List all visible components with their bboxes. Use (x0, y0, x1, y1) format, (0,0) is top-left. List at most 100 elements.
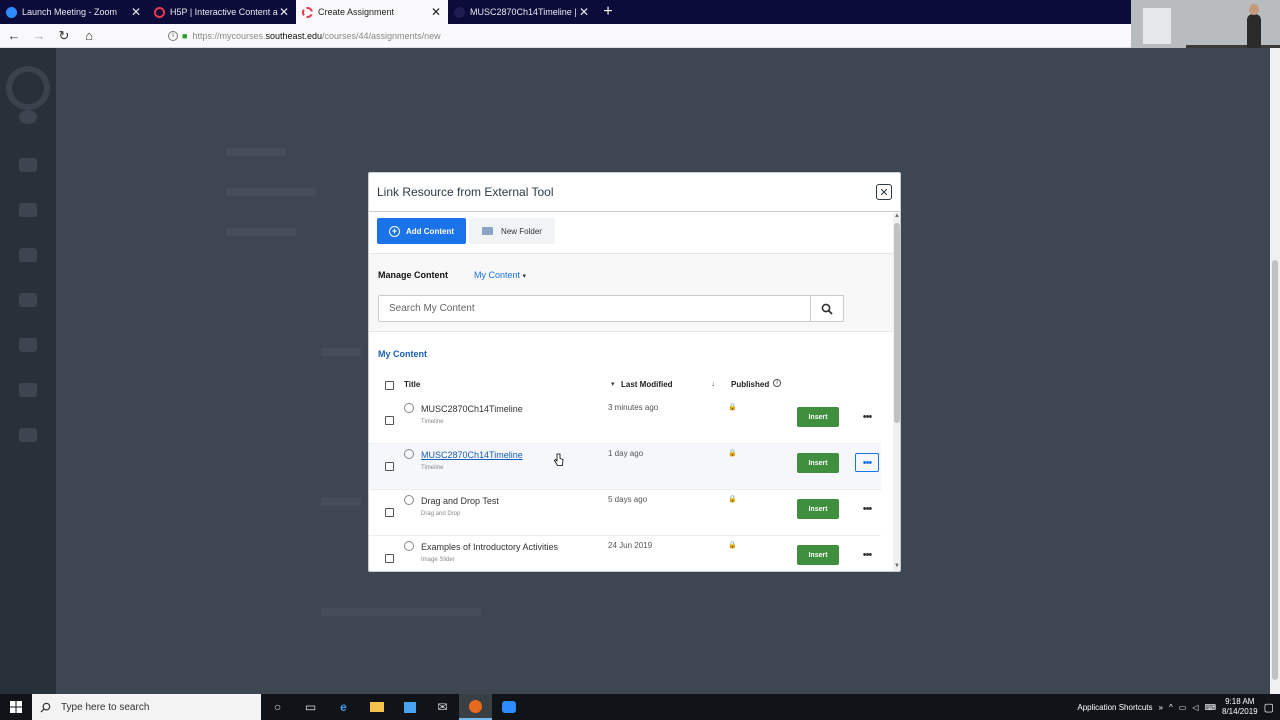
close-tab-icon[interactable]: ✕ (130, 5, 142, 19)
tab-h5p[interactable]: H5P | Interactive Content and ... ✕ (148, 0, 296, 24)
ime-icon[interactable]: ⌨ (1204, 703, 1216, 712)
column-title[interactable]: Title (404, 380, 420, 389)
tab-title: Launch Meeting - Zoom (22, 7, 118, 17)
sidebar-item-dashboard[interactable] (0, 203, 56, 220)
insert-button[interactable]: Insert (797, 407, 839, 427)
tab-zoom[interactable]: Launch Meeting - Zoom ✕ (0, 0, 148, 24)
global-nav-sidebar (0, 48, 56, 694)
tab-title: H5P | Interactive Content and ... (170, 7, 278, 17)
table-header: Title ▾ Last Modified ↓ Published i (369, 374, 889, 398)
modal-title: Link Resource from External Tool (377, 185, 554, 199)
new-folder-button[interactable]: New Folder (469, 218, 555, 244)
windows-start-button[interactable] (0, 694, 32, 720)
show-hidden-icons-icon[interactable]: ^ (1169, 703, 1173, 712)
content-title[interactable]: Drag and Drop Test (421, 496, 499, 506)
notifications-icon[interactable]: ▢ (1264, 701, 1274, 714)
sidebar-item-calendar[interactable] (0, 293, 56, 310)
task-view-icon[interactable]: ▭ (294, 694, 327, 720)
zoom-favicon-icon (6, 6, 17, 18)
sidebar-item-courses[interactable] (0, 248, 56, 265)
canvas-favicon-icon (302, 6, 313, 18)
sidebar-item-help[interactable] (0, 428, 56, 445)
edge-browser-icon[interactable]: e (327, 694, 360, 720)
insert-button[interactable]: Insert (797, 545, 839, 565)
more-options-icon[interactable]: ••• (855, 545, 879, 564)
sidebar-item-admin[interactable] (0, 158, 56, 175)
lock-icon: ■ (182, 31, 188, 41)
page-scrollbar-thumb[interactable] (1272, 260, 1278, 680)
system-clock[interactable]: 9:18 AM 8/14/2019 (1222, 697, 1258, 717)
row-checkbox[interactable] (385, 416, 394, 425)
sidebar-item-inbox[interactable] (0, 338, 56, 355)
sort-caret-icon[interactable]: ▾ (611, 380, 615, 388)
canvas-logo-icon (6, 66, 50, 110)
home-icon[interactable]: ⌂ (78, 25, 100, 47)
more-options-icon[interactable]: ••• (855, 499, 879, 518)
search-button[interactable] (810, 295, 844, 322)
tab-musc-timeline[interactable]: MUSC2870Ch14Timeline | H5P ✕ (448, 0, 596, 24)
close-tab-icon[interactable]: ✕ (430, 5, 442, 19)
content-title[interactable]: Examples of Introductory Activities (421, 542, 558, 552)
background-field (321, 348, 361, 356)
reload-icon[interactable]: ↻ (53, 25, 75, 47)
select-all-checkbox[interactable] (385, 381, 394, 390)
more-options-icon[interactable]: ••• (855, 453, 879, 472)
forward-arrow-icon[interactable]: → (28, 25, 50, 47)
admin-icon (19, 158, 37, 172)
content-row: Examples of Introductory Activities Imag… (369, 536, 881, 571)
network-icon[interactable]: ▭ (1179, 703, 1187, 712)
h5p-favicon-icon (154, 6, 165, 18)
info-icon[interactable]: i (168, 31, 178, 41)
content-type: Drag and Drop (421, 511, 461, 517)
lock-icon: 🔒 (728, 496, 737, 503)
row-checkbox[interactable] (385, 508, 394, 517)
close-tab-icon[interactable]: ✕ (578, 5, 590, 19)
store-icon[interactable] (393, 694, 426, 720)
new-tab-plus-icon[interactable]: + (596, 0, 620, 24)
column-published[interactable]: Published (731, 380, 769, 389)
firefox-icon[interactable] (459, 694, 492, 720)
mail-icon[interactable]: ✉ (426, 694, 459, 720)
expand-chevron-icon[interactable]: » (1159, 703, 1163, 712)
insert-button[interactable]: Insert (797, 453, 839, 473)
address-bar[interactable]: i ■ https://mycourses. southeast.edu/cour… (168, 27, 1090, 45)
add-content-button[interactable]: + Add Content (377, 218, 466, 244)
browser-tab-bar: Launch Meeting - Zoom ✕ H5P | Interactiv… (0, 0, 1131, 24)
scroll-up-icon[interactable]: ▲ (893, 213, 900, 221)
sidebar-item-account[interactable] (0, 110, 56, 127)
cortana-circle-icon[interactable]: ○ (261, 694, 294, 720)
modal-scrollbar-thumb[interactable] (894, 223, 900, 423)
volume-icon[interactable]: ◁ (1192, 703, 1198, 712)
info-icon[interactable]: i (773, 379, 781, 387)
close-icon[interactable]: ✕ (876, 184, 892, 200)
more-options-icon[interactable]: ••• (855, 407, 879, 426)
plus-circle-icon: + (389, 225, 400, 237)
tab-title: Create Assignment (318, 7, 395, 17)
url-path: /courses/44/assignments/new (322, 31, 441, 41)
sort-arrow-down-icon[interactable]: ↓ (711, 379, 715, 388)
insert-button[interactable]: Insert (797, 499, 839, 519)
clock-time: 9:18 AM (1225, 697, 1255, 706)
calendar-icon (19, 293, 37, 307)
modal-scrollbar[interactable]: ▲ ▼ (893, 213, 900, 571)
page-scrollbar[interactable] (1270, 48, 1280, 694)
content-source-dropdown[interactable]: My Content ▾ (474, 270, 526, 280)
close-tab-icon[interactable]: ✕ (278, 5, 290, 19)
background-field (321, 608, 481, 616)
scroll-down-icon[interactable]: ▼ (893, 563, 900, 571)
taskbar-search-box[interactable]: Type here to search (32, 694, 261, 720)
sidebar-item-commons[interactable] (0, 383, 56, 400)
application-shortcuts-label[interactable]: Application Shortcuts (1077, 703, 1152, 712)
search-input[interactable] (389, 303, 789, 314)
modal-header: Link Resource from External Tool ✕ (369, 173, 900, 212)
row-checkbox[interactable] (385, 554, 394, 563)
row-checkbox[interactable] (385, 462, 394, 471)
file-explorer-icon[interactable] (360, 694, 393, 720)
column-last-modified[interactable]: Last Modified (621, 380, 673, 389)
zoom-app-icon[interactable] (492, 694, 525, 720)
taskbar-search-placeholder: Type here to search (61, 701, 150, 713)
back-arrow-icon[interactable]: ← (3, 25, 25, 47)
content-title[interactable]: MUSC2870Ch14Timeline (421, 404, 523, 414)
content-title[interactable]: MUSC2870Ch14Timeline (421, 450, 523, 460)
tab-create-assignment[interactable]: Create Assignment ✕ (296, 0, 448, 24)
